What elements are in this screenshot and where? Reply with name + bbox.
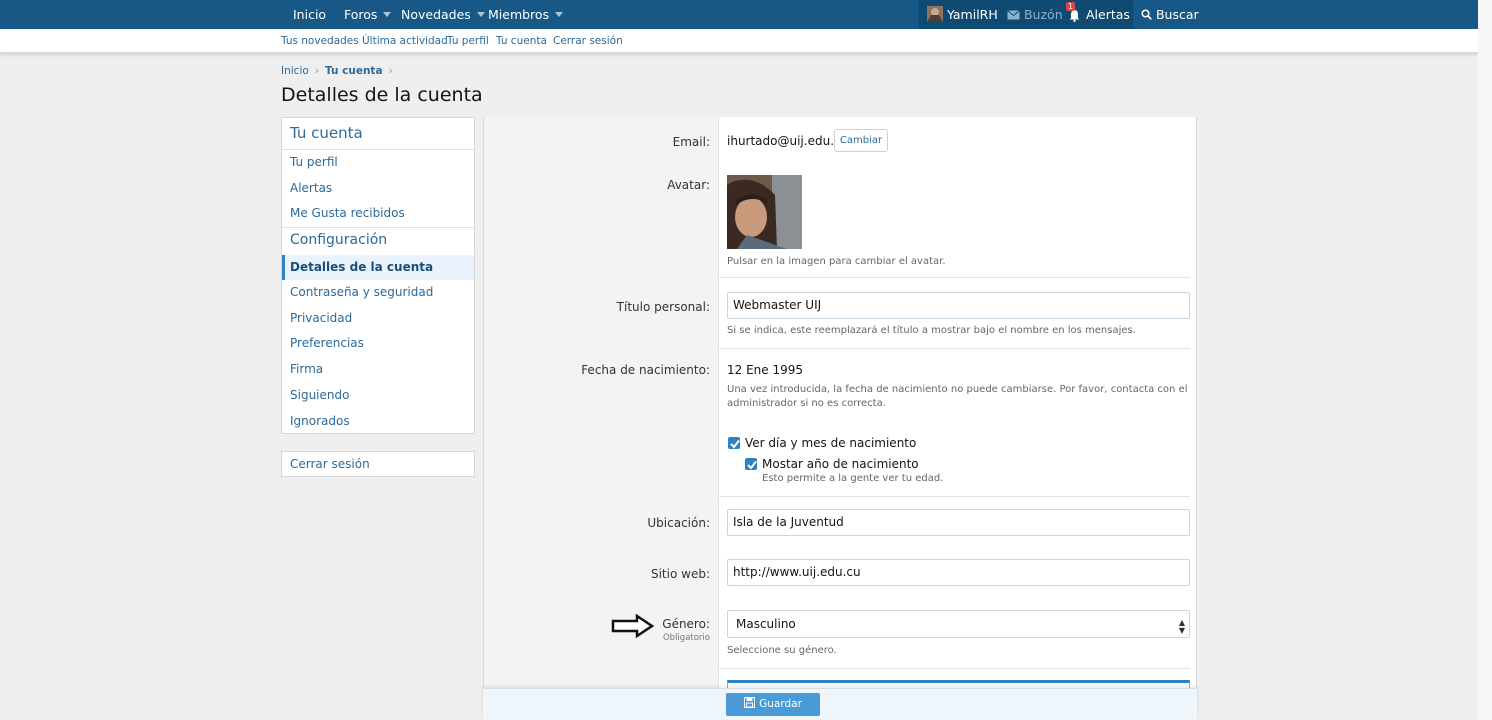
top-navigation: Inicio Foros Novedades Miembros YamilRH … — [0, 0, 1478, 29]
subnav-ultima-actividad[interactable]: Última actividad — [362, 29, 448, 53]
gender-select-value: Masculino — [736, 617, 796, 631]
sidebar-item-preferencias[interactable]: Preferencias — [282, 331, 474, 356]
sidebar-logout-label: Cerrar sesión — [290, 457, 370, 471]
location-label: Ubicación: — [647, 516, 710, 530]
divider — [719, 277, 1190, 278]
alerts-count-badge: 1 — [1066, 2, 1076, 11]
search-label: Buscar — [1155, 7, 1199, 22]
divider — [719, 348, 1190, 349]
website-input[interactable]: http://www.uij.edu.cu — [727, 559, 1190, 586]
checkmark-icon — [747, 460, 757, 470]
show-year-checkbox[interactable] — [745, 458, 757, 470]
avatar-label: Avatar: — [667, 178, 710, 192]
divider — [719, 668, 1190, 669]
sidebar-item-privacidad[interactable]: Privacidad — [282, 306, 474, 331]
show-year-hint: Esto permite a la gente ver tu edad. — [762, 473, 944, 484]
show-dob-checkbox[interactable] — [728, 437, 740, 449]
page-title: Detalles de la cuenta — [281, 84, 483, 106]
scrollbar[interactable] — [1478, 0, 1492, 720]
nav-tab-inicio[interactable]: Inicio — [293, 0, 326, 29]
nav-tab-miembros-label: Miembros — [488, 7, 550, 22]
nav-tab-novedades[interactable]: Novedades — [401, 0, 485, 29]
email-label: Email: — [672, 135, 710, 149]
chevron-down-icon — [555, 12, 564, 17]
user-menu[interactable]: YamilRH — [927, 0, 998, 29]
gender-hint: Seleccione su género. — [727, 645, 837, 656]
sidebar-heading-configuracion: Configuración — [290, 232, 388, 248]
show-year-label[interactable]: Mostar año de nacimiento — [762, 457, 919, 471]
arrow-right-icon — [611, 614, 655, 638]
nav-tab-novedades-label: Novedades — [401, 7, 471, 22]
birthdate-value: 12 Ene 1995 — [727, 363, 804, 377]
account-details-form: Email: ihurtado@uij.edu.cu Cambiar Avata… — [483, 117, 1197, 720]
sidebar-item-ignorados[interactable]: Ignorados — [282, 409, 474, 434]
subnav-cerrar-sesion[interactable]: Cerrar sesión — [553, 29, 623, 53]
account-sidebar: Tu cuenta Tu perfil Alertas Me Gusta rec… — [281, 117, 475, 434]
sidebar-item-contrasena[interactable]: Contraseña y seguridad — [282, 280, 474, 305]
nav-tab-foros-label: Foros — [344, 7, 378, 22]
show-dob-label[interactable]: Ver día y mes de nacimiento — [745, 436, 916, 450]
subnav-tus-novedades[interactable]: Tus novedades — [281, 29, 359, 53]
chevron-right-icon: › — [314, 65, 319, 77]
sidebar-logout[interactable]: Cerrar sesión — [281, 451, 475, 477]
search-button[interactable]: Buscar — [1133, 0, 1199, 29]
divider — [282, 227, 474, 228]
avatar-photo — [727, 175, 802, 249]
next-field-partial — [727, 680, 1190, 688]
breadcrumb-current[interactable]: Tu cuenta — [325, 65, 383, 77]
subnav-tu-cuenta[interactable]: Tu cuenta — [496, 29, 547, 53]
username-label: YamilRH — [946, 7, 998, 22]
subnav-tu-perfil[interactable]: Tu perfil — [447, 29, 489, 53]
form-submit-bar: Guardar — [483, 688, 1197, 720]
birthdate-hint-line1: Una vez introducida, la fecha de nacimie… — [727, 384, 1188, 395]
sub-navigation: Tus novedades Última actividad Tu perfil… — [0, 29, 1478, 53]
chevron-down-icon — [383, 12, 392, 17]
sidebar-item-detalles[interactable]: Detalles de la cuenta — [282, 255, 474, 280]
avatar-hint: Pulsar en la imagen para cambiar el avat… — [727, 256, 946, 267]
user-avatar-icon — [927, 6, 943, 22]
birthdate-hint-line2: administrador si no es correcta. — [727, 398, 886, 409]
personal-title-hint: Si se indica, este reemplazará el título… — [727, 325, 1136, 336]
avatar[interactable] — [727, 175, 802, 249]
search-icon — [1141, 9, 1152, 20]
chevron-down-icon — [476, 12, 485, 17]
sidebar-heading-tu-cuenta[interactable]: Tu cuenta — [290, 124, 363, 142]
inbox-link[interactable]: Buzón — [1007, 0, 1063, 29]
envelope-icon — [1007, 10, 1020, 20]
alerts-label: Alertas — [1085, 7, 1130, 22]
bell-icon: 1 — [1066, 2, 1082, 22]
inbox-label: Buzón — [1023, 7, 1063, 22]
visitor-panel: YamilRH Buzón 1 Alertas Buscar — [919, 0, 1199, 29]
nav-tab-miembros[interactable]: Miembros — [488, 0, 564, 29]
sidebar-item-me-gusta[interactable]: Me Gusta recibidos — [282, 201, 474, 226]
personal-title-label: Título personal: — [616, 300, 710, 314]
location-input[interactable]: Isla de la Juventud — [727, 509, 1190, 536]
sidebar-item-alertas[interactable]: Alertas — [282, 176, 474, 201]
save-button[interactable]: Guardar — [726, 693, 820, 716]
nav-tab-foros[interactable]: Foros — [344, 0, 392, 29]
sidebar-item-tu-perfil[interactable]: Tu perfil — [282, 150, 474, 175]
sidebar-item-firma[interactable]: Firma — [282, 357, 474, 382]
checkmark-icon — [730, 439, 740, 449]
alerts-link[interactable]: 1 Alertas — [1066, 0, 1130, 29]
floppy-disk-icon — [744, 697, 756, 708]
email-value: ihurtado@uij.edu.cu — [727, 134, 849, 148]
gender-label: Género: — [662, 617, 710, 631]
divider — [719, 496, 1190, 497]
breadcrumb: Inicio › Tu cuenta › — [281, 65, 399, 77]
chevron-right-icon: › — [388, 65, 393, 77]
breadcrumb-home[interactable]: Inicio — [281, 65, 309, 77]
personal-title-input[interactable]: Webmaster UIJ — [727, 292, 1190, 319]
save-label: Guardar — [759, 698, 802, 710]
select-arrows-icon: ▲ ▼ — [1178, 618, 1185, 635]
website-label: Sitio web: — [650, 567, 710, 581]
gender-required-note: Obligatorio — [662, 633, 710, 643]
change-email-button[interactable]: Cambiar — [834, 129, 888, 152]
birthdate-label: Fecha de nacimiento: — [581, 363, 710, 377]
sidebar-item-siguiendo[interactable]: Siguiendo — [282, 383, 474, 408]
gender-select[interactable]: Masculino ▲ ▼ — [727, 610, 1190, 638]
